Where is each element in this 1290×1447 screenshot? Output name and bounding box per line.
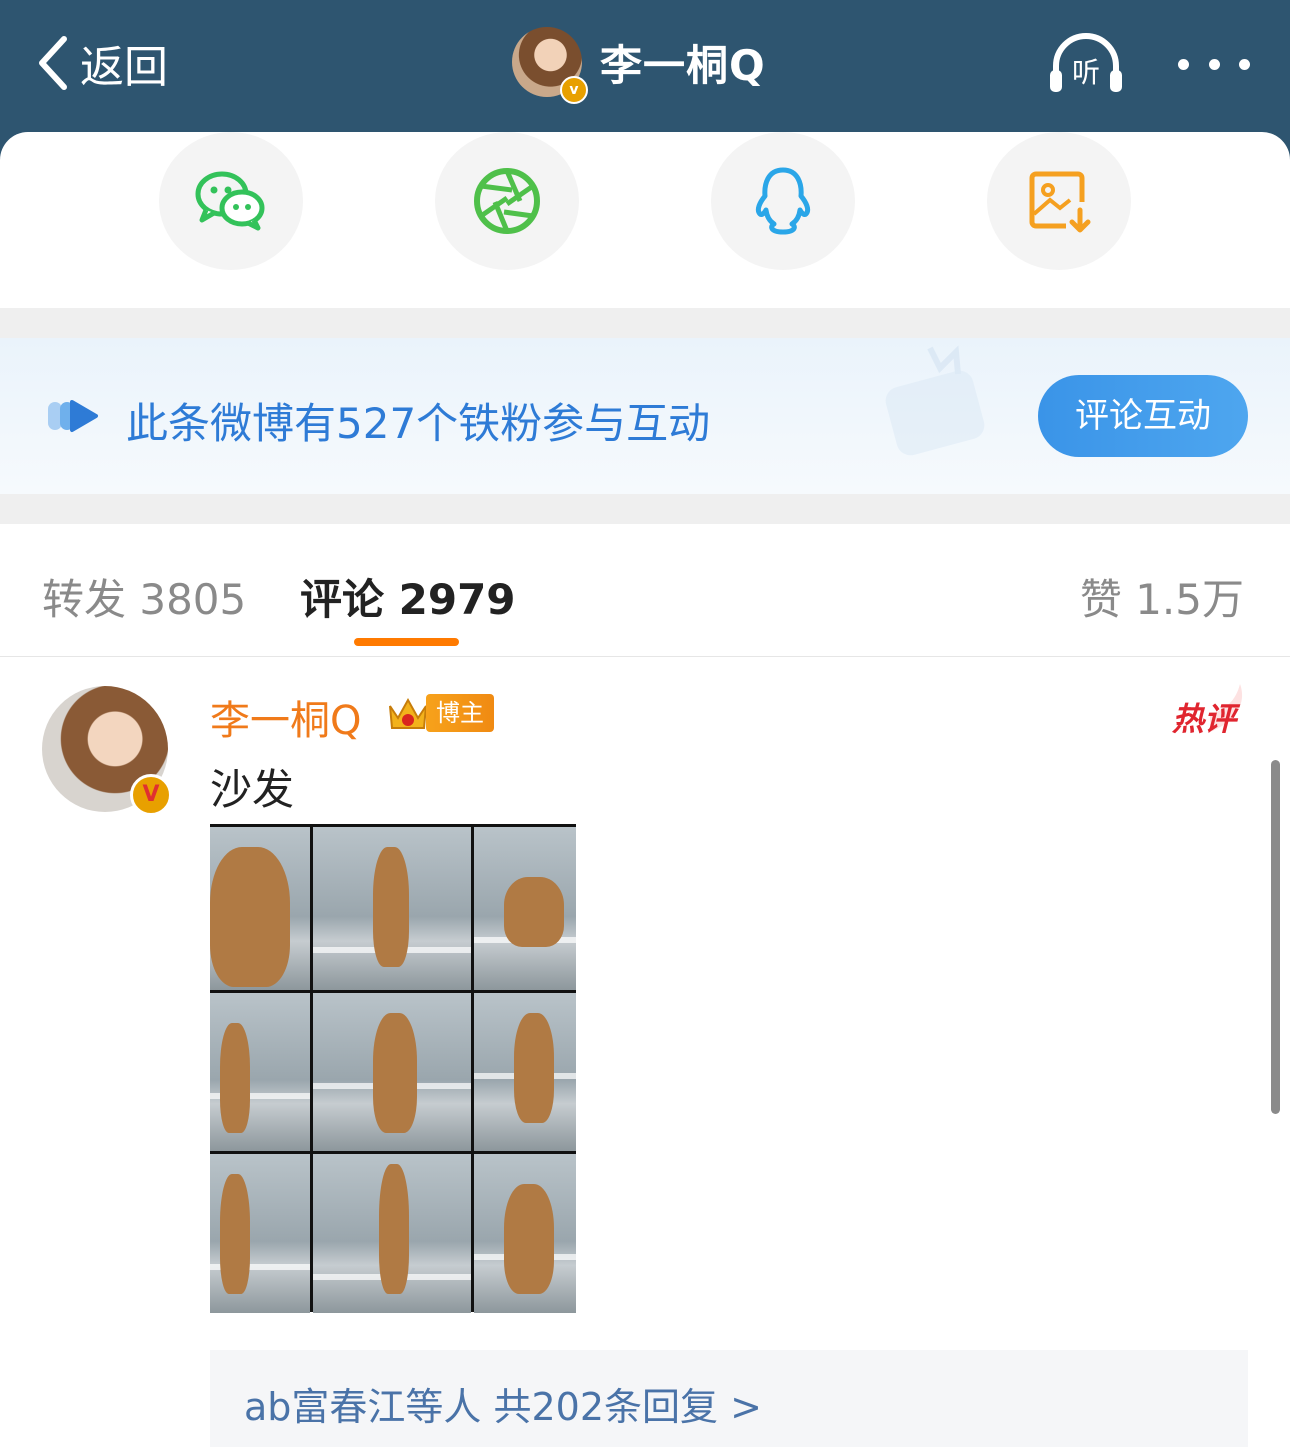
page-title: 李一桐Q	[600, 40, 766, 90]
image-frame	[313, 827, 471, 990]
replies-summary[interactable]: ab富春江等人 共202条回复 >	[210, 1350, 1248, 1447]
hot-comment-label: 热评	[1172, 700, 1237, 738]
section-divider	[0, 494, 1290, 524]
blogger-badge: 博主	[386, 692, 494, 734]
verified-icon: v	[560, 76, 588, 104]
section-divider	[0, 308, 1290, 338]
crown-icon	[389, 697, 427, 729]
listen-button[interactable]: 听	[1046, 30, 1126, 96]
tab-like[interactable]: 赞 1.5万	[1080, 566, 1244, 627]
dot	[1239, 58, 1250, 70]
image-frame	[474, 993, 576, 1151]
badge-label: 博主	[426, 694, 494, 732]
tab-bar: 转发 3805 评论 2979 赞 1.5万	[0, 524, 1290, 657]
comment-image[interactable]	[210, 824, 576, 1313]
image-frame	[474, 827, 576, 990]
share-moments-button[interactable]	[435, 132, 579, 270]
comment-interact-button[interactable]: 评论互动	[1038, 375, 1248, 457]
save-image-button[interactable]	[987, 132, 1131, 270]
tv-decoration-icon	[885, 345, 985, 456]
more-button[interactable]	[1178, 44, 1250, 84]
wechat-icon	[195, 171, 265, 231]
moments-icon	[474, 168, 540, 234]
image-frame	[313, 993, 471, 1151]
verified-icon: V	[130, 774, 172, 816]
comment-author[interactable]: 李一桐Q	[210, 688, 361, 746]
title-area[interactable]: v 李一桐Q	[512, 26, 766, 104]
back-label: 返回	[80, 42, 168, 93]
image-frame	[313, 1154, 471, 1313]
dot	[1178, 58, 1189, 70]
image-frame	[210, 827, 310, 990]
scrollbar[interactable]	[1271, 760, 1280, 1114]
qq-icon	[755, 167, 811, 235]
comment-text: 沙发	[210, 765, 295, 814]
image-frame	[210, 993, 310, 1151]
image-frame	[474, 1154, 576, 1313]
tab-comment[interactable]: 评论 2979	[300, 566, 516, 627]
share-sheet	[0, 132, 1290, 308]
chevron-left-icon	[39, 36, 67, 90]
dot	[1208, 58, 1220, 70]
tab-repost[interactable]: 转发 3805	[42, 566, 246, 627]
save-image-icon	[1029, 171, 1091, 233]
iron-fans-banner: 此条微博有527个铁粉参与互动 评论互动	[0, 338, 1290, 494]
share-wechat-button[interactable]	[159, 132, 303, 270]
image-frame	[210, 1154, 310, 1313]
play-icon	[48, 400, 98, 432]
banner-text: 此条微博有527个铁粉参与互动	[126, 399, 711, 448]
active-tab-indicator	[354, 638, 459, 646]
back-button[interactable]: 返回	[34, 32, 168, 94]
listen-label: 听	[1072, 56, 1100, 89]
replies-text: ab富春江等人 共202条回复 >	[244, 1385, 762, 1429]
share-qq-button[interactable]	[711, 132, 855, 270]
